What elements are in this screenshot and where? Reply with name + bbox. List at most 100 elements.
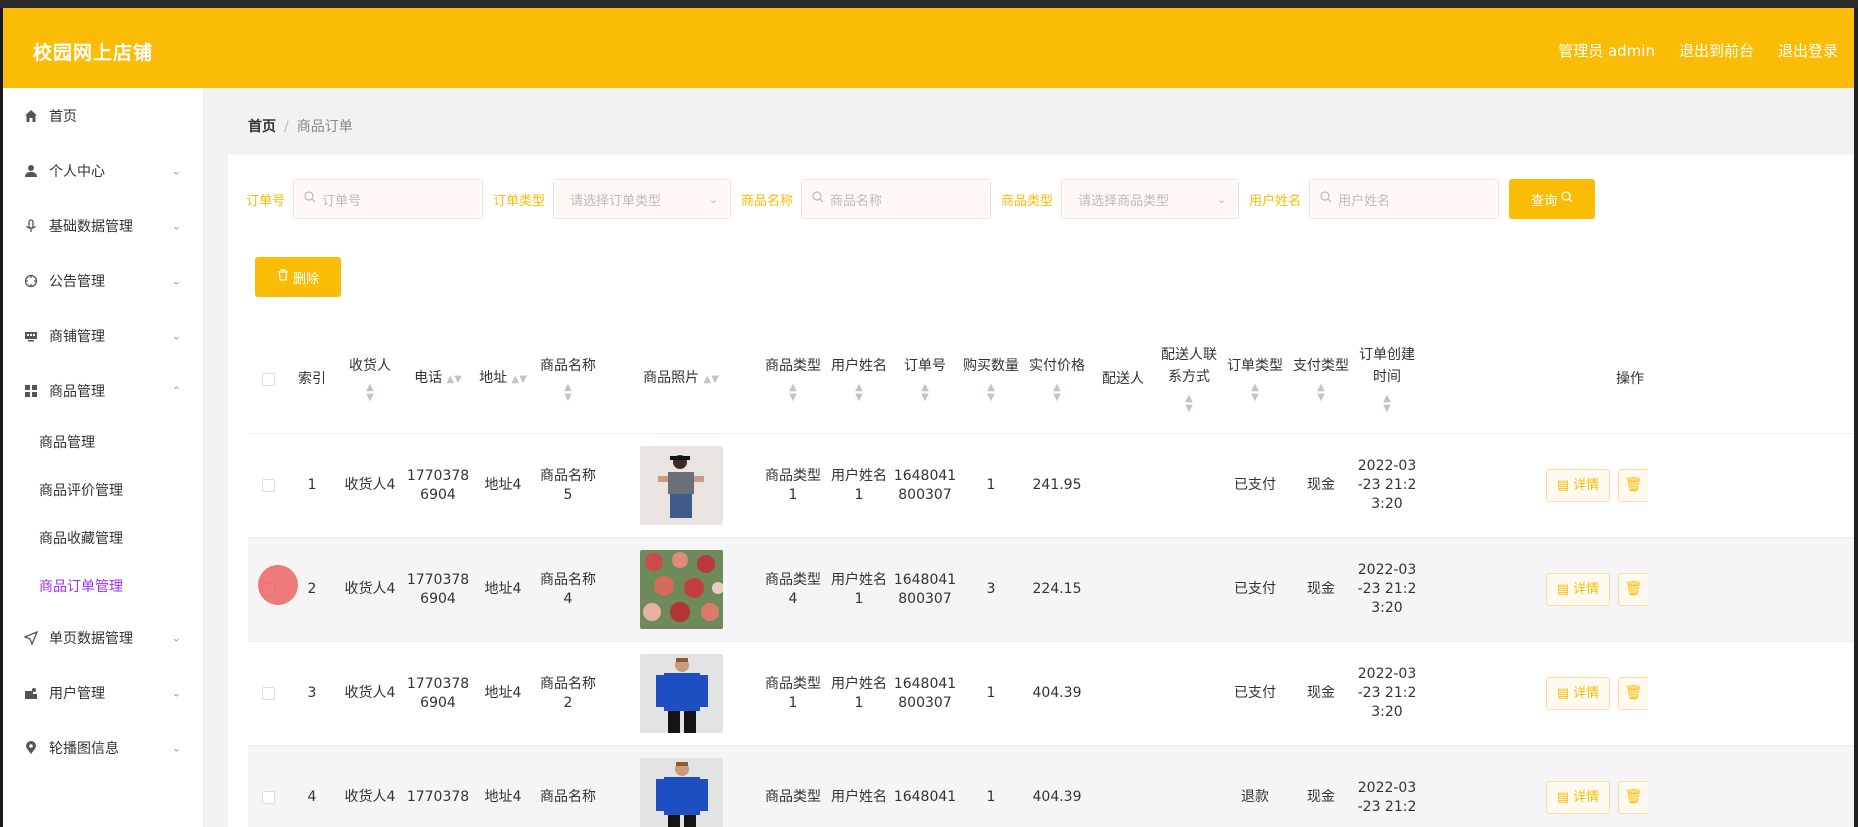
col-product-type-label: 商品类型 — [765, 358, 821, 374]
order-no-placeholder: 订单号 — [322, 193, 362, 209]
row-checkbox[interactable] — [261, 687, 275, 700]
search-icon — [304, 191, 316, 207]
search-icon — [812, 191, 824, 207]
sidebar-item-users[interactable]: 用户管理 ⌄ — [3, 665, 203, 720]
col-phone[interactable]: 电话 ▲▼ — [404, 325, 472, 433]
chevron-down-icon: ⌄ — [171, 631, 181, 644]
delete-row-button[interactable]: 🗑 — [1618, 781, 1648, 814]
sidebar-item-label: 用户管理 — [49, 685, 105, 702]
cell-pay-type: 现金 — [1307, 789, 1335, 805]
product-type-select[interactable]: 请选择商品类型 ⌄ — [1061, 179, 1240, 219]
delete-button[interactable]: 删除 — [255, 257, 341, 297]
sidebar-item-label: 公告管理 — [49, 273, 105, 290]
sidebar-item-products[interactable]: 商品管理 ⌃ — [3, 363, 203, 418]
logout-link[interactable]: 退出登录 — [1778, 40, 1838, 61]
sidebar-item-basic-data[interactable]: 基础数据管理 ⌄ — [3, 198, 203, 253]
cell-actions: ▤ 详情 🗑 — [1420, 642, 1648, 745]
delete-row-button[interactable]: 🗑 — [1618, 469, 1648, 502]
cell-receiver: 收货人4 — [344, 581, 396, 597]
col-courier[interactable]: 配送人 — [1090, 325, 1156, 433]
col-product-type[interactable]: 商品类型 ▲ ▼ — [760, 325, 826, 433]
cell-courier — [1090, 434, 1156, 537]
col-index[interactable]: 索引 — [288, 325, 336, 433]
header-actions: 管理员 admin 退出到前台 退出登录 — [1558, 40, 1838, 61]
sidebar-item-single-page[interactable]: 单页数据管理 ⌄ — [3, 610, 203, 665]
col-address[interactable]: 地址 ▲▼ — [472, 325, 534, 433]
col-product-name[interactable]: 商品名称 ▲ ▼ — [534, 325, 602, 433]
back-to-front-link[interactable]: 退出到前台 — [1679, 40, 1754, 61]
user-name-input[interactable]: 用户姓名 — [1309, 179, 1500, 219]
col-created-label-1: 订单创建 — [1359, 347, 1415, 363]
delete-row-button[interactable]: 🗑 — [1618, 677, 1648, 710]
row-select-cell — [248, 538, 288, 641]
col-quantity[interactable]: 购买数量 ▲ ▼ — [958, 325, 1024, 433]
detail-button[interactable]: ▤ 详情 — [1546, 573, 1610, 606]
col-product-image[interactable]: 商品照片 ▲▼ — [602, 325, 760, 433]
team-icon — [23, 685, 39, 701]
sort-icon: ▲▼ — [1317, 382, 1325, 403]
cell-index: 1 — [307, 477, 317, 493]
detail-button[interactable]: ▤ 详情 — [1546, 469, 1610, 502]
col-user-name[interactable]: 用户姓名 ▲ ▼ — [826, 325, 892, 433]
chevron-down-icon: ⌄ — [171, 219, 181, 232]
cell-order-no: 1648041 800307 — [893, 675, 957, 711]
col-pay-type[interactable]: 支付类型 ▲ ▼ — [1288, 325, 1354, 433]
product-image-roses[interactable] — [639, 550, 723, 629]
table-header: 索引 收货人 ▲ ▼ 电话 ▲▼ 地址 ▲▼ 商品名称 ▲ ▼ 商品照片 ▲▼ 商品类型… — [248, 325, 1858, 434]
order-no-input[interactable]: 订单号 — [293, 179, 484, 219]
search-icon — [1561, 191, 1573, 207]
product-image-man-sweater[interactable] — [639, 654, 723, 733]
product-name-placeholder: 商品名称 — [830, 193, 883, 209]
grid-icon — [23, 383, 39, 399]
cell-product-name: 商品名称 4 — [540, 571, 596, 607]
select-all-checkbox[interactable] — [261, 372, 275, 386]
breadcrumb: 首页 / 商品订单 — [248, 116, 353, 136]
sidebar-item-shops[interactable]: 商铺管理 ⌄ — [3, 308, 203, 363]
col-quantity-label: 购买数量 — [963, 358, 1019, 374]
sidebar-subitem-product-reviews[interactable]: 商品评价管理 — [3, 466, 203, 514]
col-price[interactable]: 实付价格 ▲ ▼ — [1024, 325, 1090, 433]
chevron-down-icon: ⌄ — [171, 329, 181, 342]
cell-quantity: 3 — [986, 581, 996, 597]
product-name-input[interactable]: 商品名称 — [801, 179, 992, 219]
sidebar-item-carousel[interactable]: 轮播图信息 ⌄ — [3, 720, 203, 775]
cell-order-type: 已支付 — [1234, 685, 1276, 701]
orders-table: 索引 收货人 ▲ ▼ 电话 ▲▼ 地址 ▲▼ 商品名称 ▲ ▼ 商品照片 ▲▼ 商品类型… — [248, 325, 1858, 827]
sidebar-subitem-products[interactable]: 商品管理 — [3, 418, 203, 466]
col-courier-phone[interactable]: 配送人联 系方式 ▲ ▼ — [1156, 325, 1222, 433]
cell-product-type: 商品类型 1 — [765, 675, 821, 711]
sidebar-item-home[interactable]: 首页 — [3, 88, 203, 143]
sidebar-item-notices[interactable]: 公告管理 ⌄ — [3, 253, 203, 308]
sidebar-subitem-product-favorites[interactable]: 商品收藏管理 — [3, 514, 203, 562]
product-image-woman-dress[interactable] — [639, 446, 723, 525]
main-content: 首页 / 商品订单 订单号 订单号 订单类型 请选择订单类型 ⌄ 商品名称 商品名称… — [204, 88, 1858, 827]
col-created[interactable]: 订单创建 时间 ▲ ▼ — [1354, 325, 1420, 433]
cell-price: 224.15 — [1032, 581, 1082, 597]
col-order-type[interactable]: 订单类型 ▲ ▼ — [1222, 325, 1288, 433]
sidebar-item-profile[interactable]: 个人中心 ⌄ — [3, 143, 203, 198]
detail-button[interactable]: ▤ 详情 — [1546, 781, 1610, 814]
trash-icon: 🗑 — [1624, 789, 1643, 805]
delete-row-button[interactable]: 🗑 — [1618, 573, 1648, 606]
cell-order-type: 退款 — [1241, 789, 1269, 805]
app-brand: 校园网上店铺 — [33, 42, 154, 64]
col-order-no[interactable]: 订单号 ▲ ▼ — [892, 325, 958, 433]
order-type-select[interactable]: 请选择订单类型 ⌄ — [553, 179, 732, 219]
cell-product-image — [602, 746, 760, 827]
row-checkbox[interactable] — [261, 791, 275, 804]
cell-actions: ▤ 详情 🗑 — [1420, 746, 1648, 827]
search-button[interactable]: 查询 — [1509, 179, 1596, 219]
document-icon: ▤ — [1556, 686, 1570, 701]
user-name-label: 用户姓名 — [1249, 193, 1302, 209]
product-image-man-sweater[interactable] — [639, 758, 723, 827]
cell-pay-type: 现金 — [1307, 477, 1335, 493]
breadcrumb-home[interactable]: 首页 — [248, 119, 276, 135]
row-checkbox[interactable] — [261, 479, 275, 492]
cell-phone: 1770378 6904 — [406, 467, 470, 503]
cell-receiver: 收货人4 — [344, 789, 396, 805]
row-checkbox[interactable] — [261, 583, 275, 596]
col-receiver[interactable]: 收货人 ▲ ▼ — [336, 325, 404, 433]
detail-button[interactable]: ▤ 详情 — [1546, 677, 1610, 710]
sidebar-subitem-product-orders[interactable]: 商品订单管理 — [3, 562, 203, 610]
home-icon — [23, 108, 39, 124]
